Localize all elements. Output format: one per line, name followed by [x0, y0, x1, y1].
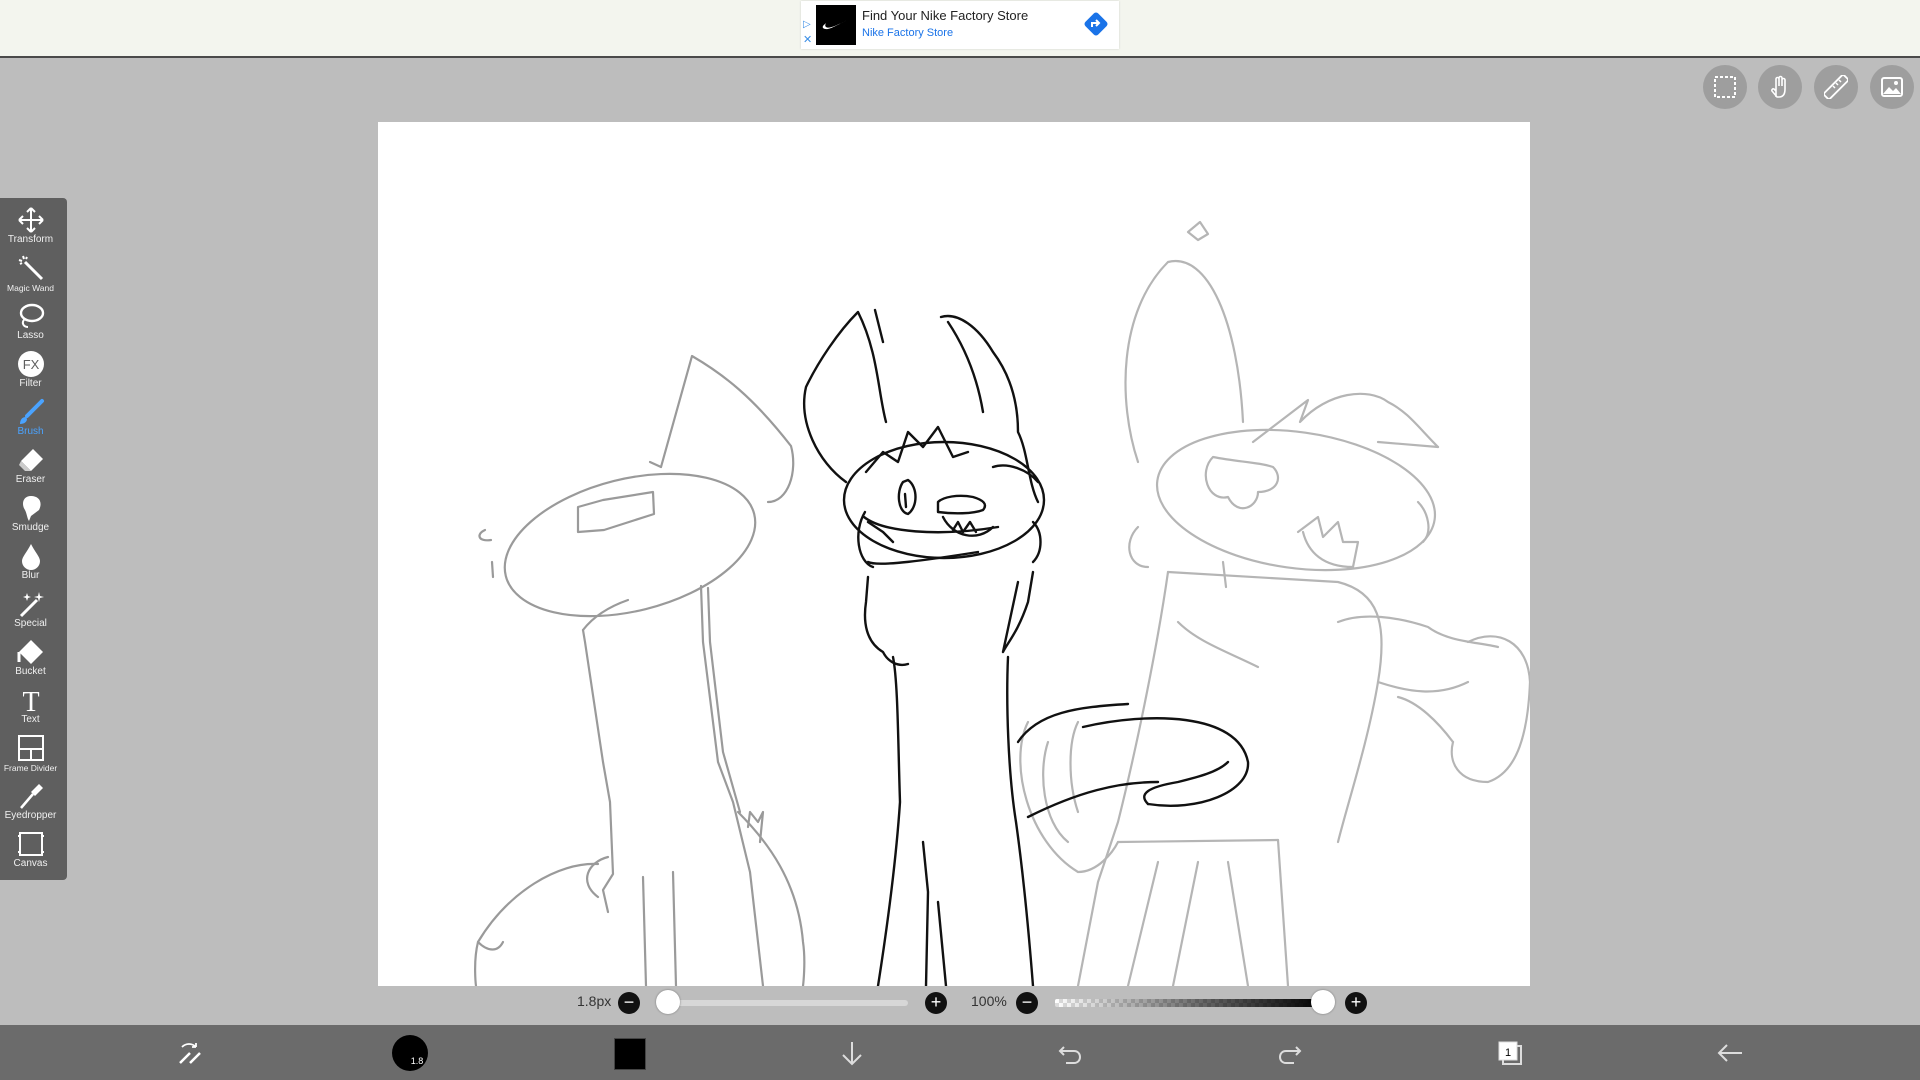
hand-icon	[1771, 75, 1786, 98]
ruler-icon	[1824, 75, 1848, 99]
brush-size-knob[interactable]	[656, 990, 680, 1014]
brush-icon	[20, 399, 44, 424]
tool-label: Canvas	[13, 858, 48, 869]
magic-wand-icon	[18, 255, 44, 281]
frame-divider-icon	[18, 735, 44, 761]
color-swatch-button[interactable]	[610, 1025, 650, 1080]
directions-icon[interactable]	[1083, 11, 1109, 37]
brush-swap-button[interactable]	[170, 1025, 210, 1080]
brush-size-slider[interactable]	[668, 1000, 908, 1006]
redo-button[interactable]	[1270, 1025, 1310, 1080]
tool-text[interactable]: T Text	[0, 684, 61, 732]
opacity-minus-button[interactable]: −	[1016, 992, 1038, 1014]
tool-lasso[interactable]: Lasso	[0, 300, 61, 348]
tool-special[interactable]: Special	[0, 588, 61, 636]
svg-text:FX: FX	[23, 357, 40, 372]
eyedropper-icon	[20, 784, 43, 809]
tool-eraser[interactable]: Eraser	[0, 444, 61, 492]
tool-transform[interactable]: Transform	[0, 204, 61, 252]
color-swatch	[614, 1038, 646, 1070]
tool-label: Magic Wand	[7, 283, 54, 293]
svg-text:T: T	[22, 687, 39, 714]
image-icon	[1881, 77, 1903, 97]
back-icon	[1717, 1044, 1742, 1062]
redo-icon	[1278, 1046, 1302, 1064]
tool-label: Eraser	[15, 474, 46, 485]
download-button[interactable]	[832, 1025, 872, 1080]
tool-bucket[interactable]: Bucket	[0, 636, 61, 684]
sketch-artwork	[474, 220, 1530, 986]
selection-button[interactable]	[1703, 65, 1747, 109]
brush-size-minus-button[interactable]: −	[618, 992, 640, 1014]
tool-filter[interactable]: FX Filter	[0, 348, 61, 396]
bucket-icon	[17, 640, 43, 664]
ad-title[interactable]: Find Your Nike Factory Store	[862, 8, 1028, 23]
brush-size-icon: 1.8	[392, 1035, 428, 1071]
back-button[interactable]	[1710, 1025, 1750, 1080]
tool-label: Smudge	[11, 522, 50, 533]
hand-button[interactable]	[1758, 65, 1802, 109]
brush-size-label: 1.8px	[577, 993, 612, 1009]
tool-label: Text	[21, 714, 40, 725]
tool-label: Frame Divider	[3, 763, 58, 773]
tool-label: Brush	[17, 426, 44, 437]
tool-label: Bucket	[15, 666, 46, 677]
tool-frame-divider[interactable]: Frame Divider	[0, 732, 61, 780]
eraser-icon	[19, 449, 43, 471]
filter-icon: FX	[18, 351, 44, 377]
lasso-icon	[19, 303, 45, 328]
tool-label: Eyedropper	[4, 810, 57, 821]
transform-icon	[18, 207, 44, 233]
canvas-icon	[18, 832, 44, 856]
smudge-icon	[23, 496, 41, 521]
bottom-bar: 1.8 1	[0, 1025, 1920, 1080]
opacity-slider[interactable]	[1055, 999, 1323, 1007]
svg-text:1.8: 1.8	[411, 1056, 424, 1066]
opacity-plus-button[interactable]: +	[1345, 992, 1367, 1014]
download-icon	[842, 1042, 862, 1066]
image-button[interactable]	[1870, 65, 1914, 109]
tool-label: Lasso	[17, 330, 44, 341]
layers-icon: 1	[1498, 1041, 1522, 1065]
ad-banner: ▷ ✕ Find Your Nike Factory Store Nike Fa…	[0, 0, 1920, 58]
opacity-knob[interactable]	[1311, 990, 1335, 1014]
tool-blur[interactable]: Blur	[0, 540, 61, 588]
undo-button[interactable]	[1050, 1025, 1090, 1080]
svg-text:1: 1	[1505, 1047, 1511, 1059]
layers-button[interactable]: 1	[1490, 1025, 1530, 1080]
nike-logo	[816, 5, 856, 45]
text-icon: T	[22, 687, 39, 714]
selection-icon	[1714, 76, 1736, 98]
tool-label: Special	[14, 618, 47, 629]
brush-size-button[interactable]: 1.8	[388, 1025, 432, 1080]
tool-smudge[interactable]: Smudge	[0, 492, 61, 540]
tool-label: Transform	[7, 234, 54, 245]
tool-label: Blur	[21, 570, 40, 581]
drawing-canvas[interactable]	[378, 122, 1530, 986]
tool-canvas[interactable]: Canvas	[0, 828, 61, 876]
left-toolbar: Transform Magic Wand Lasso FX Filter Bru…	[0, 198, 67, 880]
special-icon	[19, 592, 44, 618]
ruler-button[interactable]	[1814, 65, 1858, 109]
undo-icon	[1058, 1046, 1082, 1064]
ad-subtitle[interactable]: Nike Factory Store	[862, 27, 953, 39]
tool-brush[interactable]: Brush	[0, 396, 61, 444]
tool-magic-wand[interactable]: Magic Wand	[0, 252, 61, 300]
opacity-label: 100%	[971, 993, 1007, 1009]
close-icon[interactable]: ✕	[803, 34, 813, 46]
brush-swap-icon	[179, 1043, 201, 1064]
blur-icon	[22, 544, 40, 570]
adchoices-icon[interactable]: ▷	[803, 19, 813, 31]
brush-size-plus-button[interactable]: +	[925, 992, 947, 1014]
tool-eyedropper[interactable]: Eyedropper	[0, 780, 61, 828]
ad-card[interactable]: ▷ ✕ Find Your Nike Factory Store Nike Fa…	[801, 1, 1119, 49]
tool-label: Filter	[19, 378, 42, 389]
